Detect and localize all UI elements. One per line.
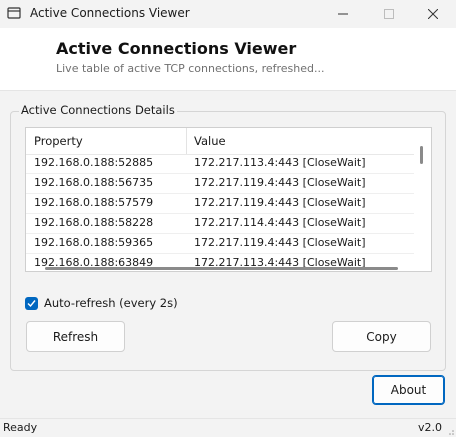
cell-property: 192.168.0.188:56735 [34, 176, 154, 189]
window-title: Active Connections Viewer [30, 6, 190, 20]
cell-value: 172.217.119.4:443 [CloseWait] [194, 196, 366, 209]
checkmark-icon [27, 299, 36, 307]
close-icon [428, 9, 438, 19]
cell-property: 192.168.0.188:59365 [34, 236, 154, 249]
minimize-button[interactable] [320, 0, 366, 28]
minimize-icon [338, 13, 348, 15]
app-window-icon [7, 7, 21, 19]
maximize-button[interactable] [366, 0, 412, 28]
column-header-property[interactable]: Property [34, 134, 83, 148]
auto-refresh-label[interactable]: Auto-refresh (every 2s) [44, 296, 178, 310]
cell-value: 172.217.113.4:443 [CloseWait] [194, 156, 366, 169]
vertical-scrollbar[interactable] [420, 146, 423, 164]
cell-value: 172.217.119.4:443 [CloseWait] [194, 176, 366, 189]
page-title: Active Connections Viewer [56, 39, 297, 58]
auto-refresh-checkbox[interactable] [25, 296, 38, 310]
table-row[interactable]: 192.168.0.188:56735 172.217.119.4:443 [C… [26, 174, 414, 194]
table-row[interactable]: 192.168.0.188:57579 172.217.119.4:443 [C… [26, 194, 414, 214]
page-subtitle: Live table of active TCP connections, re… [56, 62, 325, 75]
connections-table[interactable]: Property Value 192.168.0.188:52885 172.2… [25, 127, 432, 272]
title-bar: Active Connections Viewer [0, 0, 456, 28]
status-bar: Ready v2.0 [0, 418, 456, 437]
refresh-button[interactable]: Refresh [26, 321, 125, 352]
auto-refresh-option[interactable]: Auto-refresh (every 2s) [25, 295, 178, 311]
table-row[interactable]: 192.168.0.188:59365 172.217.119.4:443 [C… [26, 234, 414, 254]
header-panel: Active Connections Viewer Live table of … [0, 28, 456, 91]
copy-button[interactable]: Copy [332, 321, 431, 352]
resize-grip-icon[interactable] [446, 427, 454, 435]
close-button[interactable] [410, 0, 456, 28]
maximize-icon [384, 9, 394, 19]
groupbox-label: Active Connections Details [19, 103, 177, 117]
column-divider[interactable] [186, 128, 187, 154]
table-row[interactable]: 192.168.0.188:58228 172.217.114.4:443 [C… [26, 214, 414, 234]
table-row[interactable]: 192.168.0.188:52885 172.217.113.4:443 [C… [26, 154, 414, 174]
cell-value: 172.217.114.4:443 [CloseWait] [194, 216, 366, 229]
status-text: Ready [3, 421, 38, 434]
cell-property: 192.168.0.188:58228 [34, 216, 154, 229]
about-button[interactable]: About [372, 375, 445, 405]
table-body: 192.168.0.188:52885 172.217.113.4:443 [C… [26, 154, 414, 271]
cell-property: 192.168.0.188:57579 [34, 196, 154, 209]
horizontal-scrollbar[interactable] [45, 267, 398, 270]
cell-value: 172.217.119.4:443 [CloseWait] [194, 236, 366, 249]
version-label: v2.0 [417, 421, 442, 434]
column-header-value[interactable]: Value [194, 134, 226, 148]
cell-property: 192.168.0.188:52885 [34, 156, 154, 169]
table-header: Property Value [26, 128, 414, 155]
